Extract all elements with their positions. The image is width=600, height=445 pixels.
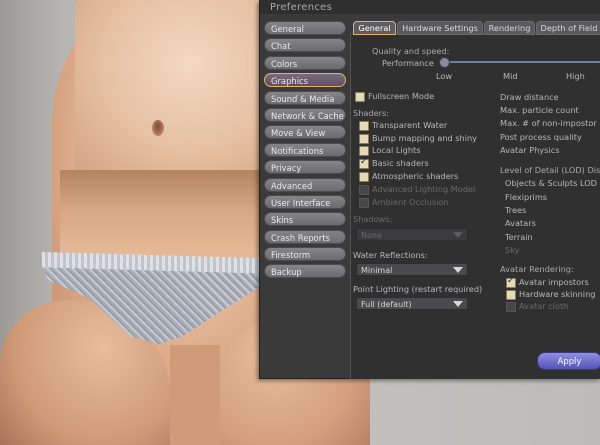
max-particle-label: Max. particle count [500, 105, 579, 115]
advanced-lighting-checkbox[interactable] [359, 185, 369, 195]
quality-speed-heading: Quality and speed: [372, 46, 450, 56]
shaders-heading: Shaders: [353, 108, 390, 118]
sidebar-item-advanced[interactable]: Advanced [264, 177, 346, 192]
local-lights-label: Local Lights [372, 145, 421, 155]
quality-low-label: Low [436, 71, 453, 81]
check-icon: ✓ [360, 157, 368, 167]
transparent-water-label: Transparent Water [372, 120, 448, 130]
atmospheric-shaders-checkbox[interactable] [359, 172, 369, 182]
water-reflections-dropdown[interactable]: Minimal [356, 263, 468, 276]
transparent-water-checkbox[interactable] [359, 121, 369, 131]
avatar-rendering-heading: Avatar Rendering: [500, 264, 574, 274]
sidebar-item-skins[interactable]: Skins [264, 212, 346, 227]
sidebar-item-crash-reports[interactable]: Crash Reports [264, 229, 346, 244]
sidebar-item-colors[interactable]: Colors [264, 55, 346, 70]
sidebar-item-network-cache[interactable]: Network & Cache [264, 107, 346, 122]
fullscreen-label: Fullscreen Mode [368, 91, 435, 101]
basic-shaders-checkbox[interactable]: ✓ [359, 157, 369, 169]
lod-trees-label: Trees [505, 205, 527, 215]
quality-mid-label: Mid [503, 71, 518, 81]
post-process-label: Post process quality [500, 132, 582, 142]
avatar-crotch [170, 345, 220, 445]
sidebar-item-move-view[interactable]: Move & View [264, 125, 346, 140]
lod-flexiprims-label: Flexiprims [505, 192, 548, 202]
sidebar-item-firestorm[interactable]: Firestorm [264, 247, 346, 262]
sidebar-item-chat[interactable]: Chat [264, 38, 346, 53]
performance-label: Performance [382, 58, 434, 68]
apply-button[interactable]: Apply [537, 352, 600, 370]
hardware-skinning-checkbox[interactable] [506, 290, 516, 300]
tab-rendering[interactable]: Rendering [484, 21, 535, 35]
local-lights-checkbox[interactable] [359, 146, 369, 156]
sidebar-item-sound-media[interactable]: Sound & Media [264, 90, 346, 105]
tab-hardware-settings[interactable]: Hardware Settings [397, 21, 483, 35]
fullscreen-checkbox[interactable] [355, 92, 365, 102]
lod-heading: Level of Detail (LOD) Dis [500, 165, 600, 175]
tab-general[interactable]: General [353, 21, 396, 35]
water-reflections-heading: Water Reflections: [353, 250, 428, 260]
sidebar-item-privacy[interactable]: Privacy [264, 160, 346, 175]
preferences-sidebar: General Chat Colors Graphics Sound & Med… [264, 21, 346, 282]
ambient-occlusion-label: Ambient Occlusion [372, 197, 449, 207]
chevron-down-icon [453, 232, 463, 238]
point-lighting-dropdown[interactable]: Full (default) [356, 297, 468, 310]
avatar-physics-label: Avatar Physics [500, 145, 560, 155]
avatar-impostors-checkbox[interactable]: ✓ [506, 276, 516, 288]
lod-sky-label: Sky [505, 245, 520, 255]
chevron-down-icon [453, 267, 463, 273]
lod-objects-sculpts-label: Objects & Sculpts LOD [505, 178, 597, 188]
sidebar-item-general[interactable]: General [264, 21, 346, 35]
lod-terrain-label: Terrain [505, 232, 533, 242]
avatar-impostors-label: Avatar impostors [519, 277, 589, 287]
point-lighting-heading: Point Lighting (restart required) [353, 284, 483, 294]
tab-depth-of-field[interactable]: Depth of Field [536, 21, 600, 35]
water-reflections-value: Minimal [361, 266, 393, 275]
quality-slider-thumb[interactable] [439, 57, 450, 68]
point-lighting-value: Full (default) [361, 300, 412, 309]
shadows-value: None [361, 231, 382, 240]
bump-mapping-checkbox[interactable] [359, 134, 369, 144]
sidebar-item-user-interface[interactable]: User Interface [264, 194, 346, 209]
hardware-skinning-label: Hardware skinning [519, 289, 596, 299]
avatar-cloth-checkbox[interactable] [506, 302, 516, 312]
sidebar-item-notifications[interactable]: Notifications [264, 142, 346, 157]
window-title: Preferences [270, 2, 333, 13]
max-non-impostor-label: Max. # of non-impostor a [500, 118, 600, 128]
shadows-heading: Shadows: [353, 214, 393, 224]
draw-distance-label: Draw distance [500, 92, 559, 102]
basic-shaders-label: Basic shaders [372, 158, 429, 168]
sidebar-item-backup[interactable]: Backup [264, 264, 346, 279]
bump-mapping-label: Bump mapping and shiny [372, 133, 478, 143]
avatar-navel [152, 120, 164, 136]
quality-slider-track[interactable] [444, 61, 600, 63]
atmospheric-shaders-label: Atmospheric shaders [372, 171, 459, 181]
shadows-dropdown[interactable]: None [356, 228, 468, 241]
sidebar-item-graphics[interactable]: Graphics [264, 73, 346, 88]
avatar-cloth-label: Avatar cloth [519, 301, 569, 311]
chevron-down-icon [453, 301, 463, 307]
check-icon: ✓ [507, 276, 515, 286]
ambient-occlusion-checkbox[interactable] [359, 198, 369, 208]
lod-avatars-label: Avatars [505, 218, 536, 228]
quality-high-label: High [566, 71, 585, 81]
advanced-lighting-label: Advanced Lighting Model [372, 184, 476, 194]
